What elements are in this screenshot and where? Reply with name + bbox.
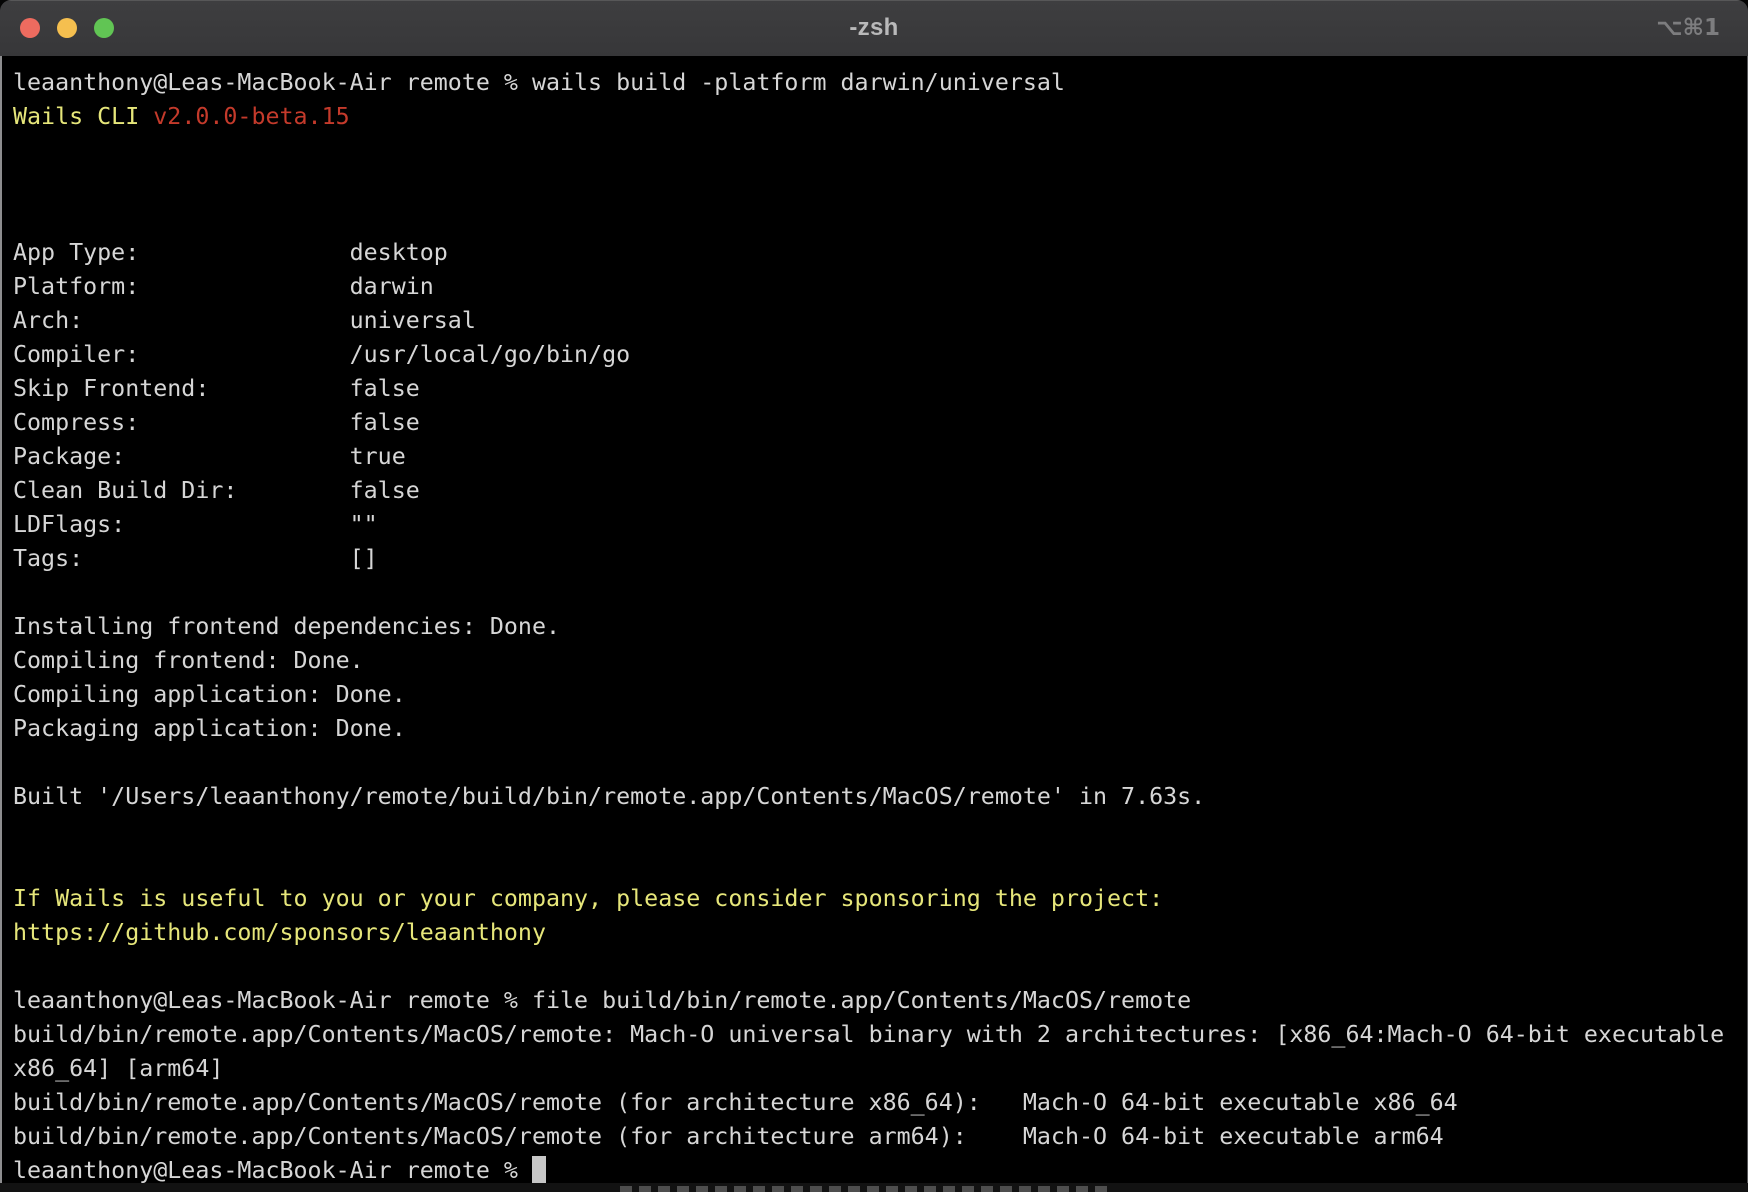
terminal-line: Compiler: /usr/local/go/bin/go [13,338,1747,372]
terminal-text: Clean Build Dir: false [13,477,420,504]
terminal-line: Wails CLI v2.0.0-beta.15 [13,100,1747,134]
terminal-text: LDFlags: "" [13,511,378,538]
terminal-line: Installing frontend dependencies: Done. [13,610,1747,644]
terminal-text: Compiling application: Done. [13,681,406,708]
terminal-line [13,814,1747,848]
terminal-line [13,202,1747,236]
titlebar[interactable]: -zsh ⌥⌘1 [0,0,1748,56]
terminal-line: Built '/Users/leaanthony/remote/build/bi… [13,780,1747,814]
terminal-line [13,576,1747,610]
terminal-line: If Wails is useful to you or your compan… [13,882,1747,916]
terminal-line: build/bin/remote.app/Contents/MacOS/remo… [13,1120,1747,1154]
terminal-line: Skip Frontend: false [13,372,1747,406]
terminal-line [13,746,1747,780]
tab-shortcut-label: ⌥⌘1 [1656,0,1720,56]
terminal-text: Arch: universal [13,307,476,334]
terminal-line [13,168,1747,202]
terminal-text: Tags: [] [13,545,378,572]
terminal-text: Packaging application: Done. [13,715,406,742]
terminal-text-red: v2.0.0-beta.15 [153,103,349,130]
terminal-text-yellow: Wails CLI [13,103,153,130]
terminal-text: Installing frontend dependencies: Done. [13,613,560,640]
terminal-line: App Type: desktop [13,236,1747,270]
clipped-text-artifact [620,1186,1110,1192]
terminal-line [13,950,1747,984]
prompt-line: leaanthony@Leas-MacBook-Air remote % [13,1154,1747,1183]
terminal-text-yellow: https://github.com/sponsors/leaanthony [13,919,546,946]
terminal-text: Compiler: /usr/local/go/bin/go [13,341,630,368]
terminal-line: Arch: universal [13,304,1747,338]
terminal-text: leaanthony@Leas-MacBook-Air remote % fil… [13,987,1191,1014]
terminal-line: Tags: [] [13,542,1747,576]
terminal-text: Package: true [13,443,406,470]
close-button[interactable] [20,18,40,38]
terminal-line: LDFlags: "" [13,508,1747,542]
terminal-text: build/bin/remote.app/Contents/MacOS/remo… [13,1021,1724,1048]
terminal-text: Compress: false [13,409,420,436]
window-title: -zsh [0,14,1748,42]
prompt-line: leaanthony@Leas-MacBook-Air remote % wai… [13,66,1747,100]
terminal-line [13,848,1747,882]
traffic-lights [20,0,114,56]
text-cursor [532,1156,546,1183]
terminal-text: Skip Frontend: false [13,375,420,402]
terminal-line: Compress: false [13,406,1747,440]
terminal-text: Platform: darwin [13,273,434,300]
terminal-line: Compiling application: Done. [13,678,1747,712]
terminal-text: leaanthony@Leas-MacBook-Air remote % wai… [13,69,1065,96]
terminal-text: x86_64] [arm64] [13,1055,223,1082]
terminal-text: leaanthony@Leas-MacBook-Air remote % [13,1157,532,1183]
terminal-text-yellow: If Wails is useful to you or your compan… [13,885,1163,912]
minimize-button[interactable] [57,18,77,38]
terminal-line: Clean Build Dir: false [13,474,1747,508]
terminal-line: build/bin/remote.app/Contents/MacOS/remo… [13,1086,1747,1120]
terminal-line: Package: true [13,440,1747,474]
terminal-line: Platform: darwin [13,270,1747,304]
terminal-text: build/bin/remote.app/Contents/MacOS/remo… [13,1123,1444,1150]
background-window-sliver [0,1183,1748,1192]
terminal-line: build/bin/remote.app/Contents/MacOS/remo… [13,1018,1747,1052]
terminal-text: Built '/Users/leaanthony/remote/build/bi… [13,783,1205,810]
terminal-text: build/bin/remote.app/Contents/MacOS/remo… [13,1089,1458,1116]
terminal-line: Compiling frontend: Done. [13,644,1747,678]
prompt-line: leaanthony@Leas-MacBook-Air remote % fil… [13,984,1747,1018]
terminal-line: Packaging application: Done. [13,712,1747,746]
terminal-line: https://github.com/sponsors/leaanthony [13,916,1747,950]
terminal-text: App Type: desktop [13,239,448,266]
terminal-line [13,134,1747,168]
zoom-button[interactable] [94,18,114,38]
terminal-text: Compiling frontend: Done. [13,647,364,674]
terminal-output[interactable]: leaanthony@Leas-MacBook-Air remote % wai… [0,56,1748,1183]
terminal-window: -zsh ⌥⌘1 leaanthony@Leas-MacBook-Air rem… [0,0,1748,1183]
terminal-line: x86_64] [arm64] [13,1052,1747,1086]
